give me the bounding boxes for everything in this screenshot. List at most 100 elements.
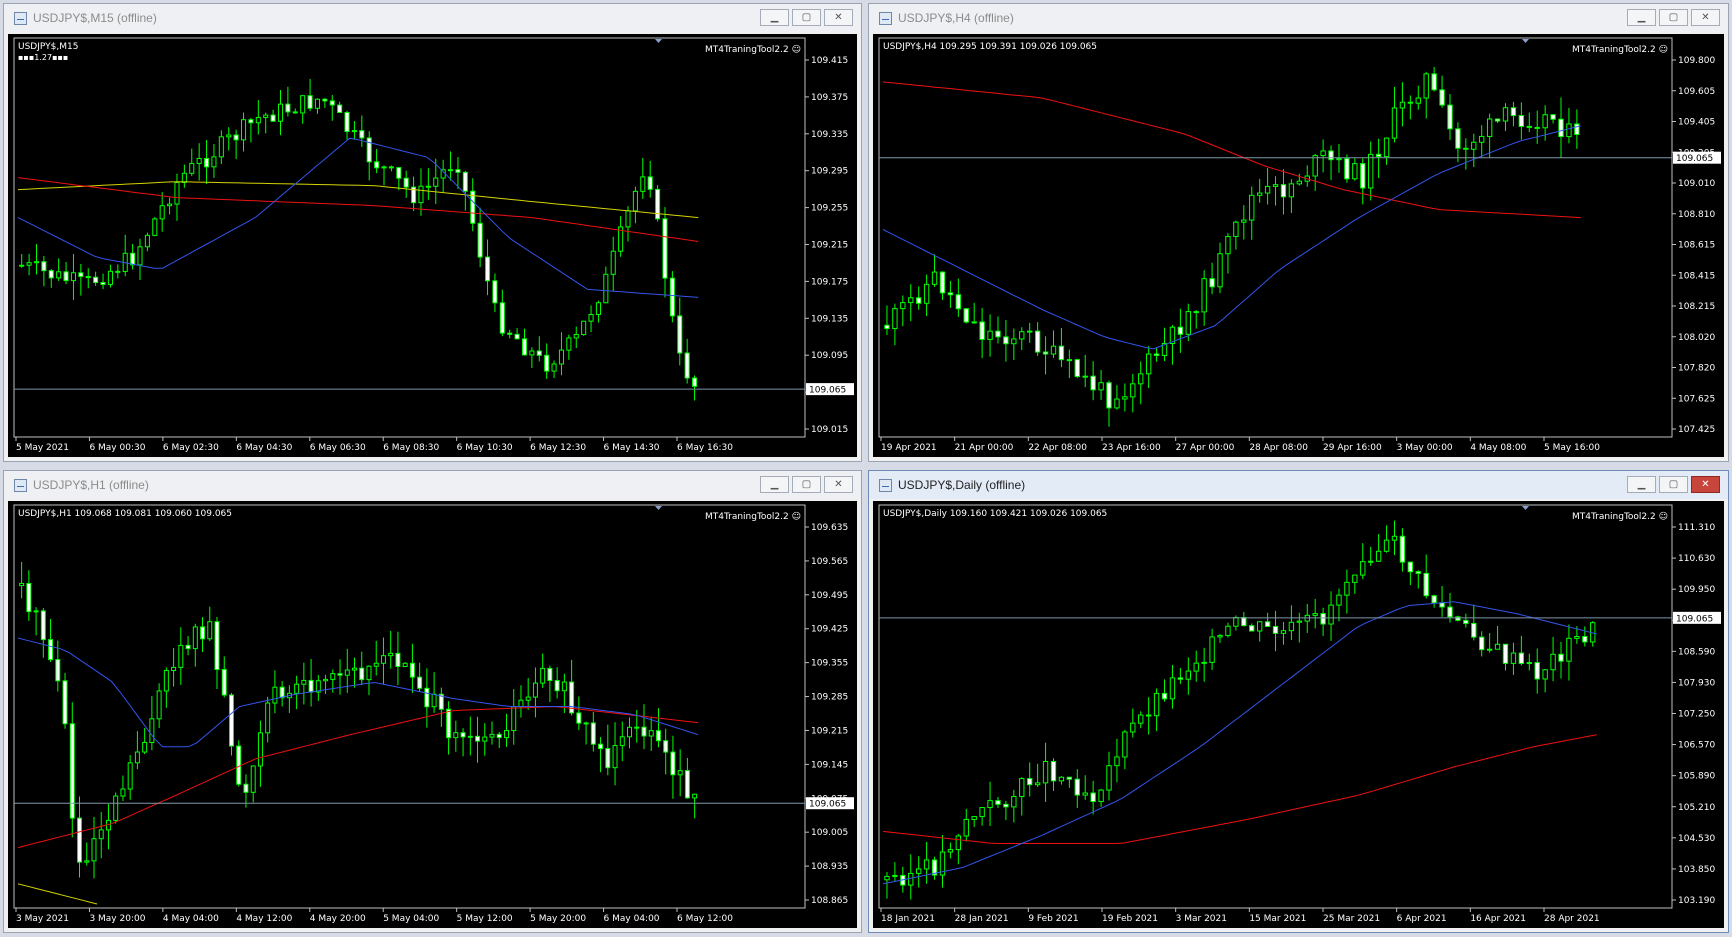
chart-window-icon <box>14 478 27 492</box>
y-tick-label: 107.425 <box>1678 425 1715 435</box>
minimize-button[interactable]: ▁ <box>760 476 789 493</box>
chart-canvas[interactable]: 111.310110.630109.950109.270108.590107.9… <box>873 501 1724 928</box>
price-chart-h1[interactable]: 109.635 109.565 109.495 109.425 109.355 109.2… <box>8 501 857 928</box>
chart-window-m15[interactable]: USDJPY$,M15 (offline) ▁ ▢ ✕ 109.415 109.3… <box>3 3 862 462</box>
candle-body <box>1383 137 1390 158</box>
moving-average-line <box>17 637 699 748</box>
y-tick-label: 109.285 <box>811 693 848 703</box>
candle-body <box>547 667 553 682</box>
window-title: USDJPY$,Daily (offline) <box>898 478 1026 492</box>
candle-body <box>892 308 898 330</box>
maximize-button[interactable]: ▢ <box>1659 476 1688 493</box>
candle-body <box>1209 278 1215 288</box>
close-button[interactable]: ✕ <box>824 9 853 26</box>
candle-body <box>1130 383 1136 398</box>
candle-body <box>226 134 232 138</box>
candle-body <box>380 655 386 664</box>
candle-body <box>1280 630 1287 634</box>
candle-body <box>1058 776 1065 782</box>
minimize-button[interactable]: ▁ <box>1627 476 1656 493</box>
candle-body <box>1368 153 1374 189</box>
y-tick-label: 109.950 <box>1678 585 1715 595</box>
candle-body <box>558 349 565 365</box>
candle-body <box>77 817 83 863</box>
candle-body <box>692 793 698 799</box>
candle-body <box>1177 677 1184 680</box>
candle-body <box>692 377 698 387</box>
chart-canvas[interactable]: 109.415 109.375 109.335 109.295 109.255 109.2… <box>8 34 857 457</box>
candle-body <box>40 610 46 641</box>
close-button[interactable]: ✕ <box>1691 9 1720 26</box>
candle-body <box>1574 636 1580 639</box>
chart-canvas[interactable]: 109.800109.605109.405109.205109.010108.8… <box>873 34 1724 457</box>
price-chart-daily[interactable]: 111.310110.630109.950109.270108.590107.9… <box>873 501 1724 928</box>
expert-advisor-label: MT4TraningTool2.2 ☺ <box>705 511 801 522</box>
plot-frame <box>878 37 1673 438</box>
window-titlebar[interactable]: USDJPY$,H4 (offline) ▁ ▢ ✕ <box>869 4 1728 32</box>
candle-body <box>1582 636 1588 643</box>
y-tick-label: 109.215 <box>811 726 848 736</box>
close-button[interactable]: ✕ <box>1691 476 1720 493</box>
candle-body <box>1344 158 1350 180</box>
plot-frame <box>878 504 1673 909</box>
candle-body <box>1209 636 1215 663</box>
y-tick-label: 109.010 <box>1678 179 1715 189</box>
candle-body <box>1225 235 1231 255</box>
maximize-button[interactable]: ▢ <box>792 9 821 26</box>
candle-body <box>1415 97 1421 104</box>
chart-canvas[interactable]: 109.635 109.565 109.495 109.425 109.355 109.2… <box>8 501 857 928</box>
candle-body <box>884 875 890 881</box>
candle-body <box>1114 756 1120 767</box>
candle-body <box>453 732 459 739</box>
candle-body <box>1407 101 1414 104</box>
price-chart-m15[interactable]: 109.415 109.375 109.335 109.295 109.255 109.2… <box>8 34 857 457</box>
candle-body <box>1368 560 1374 563</box>
candle-body <box>1399 535 1406 563</box>
window-titlebar[interactable]: USDJPY$,M15 (offline) ▁ ▢ ✕ <box>4 4 861 32</box>
candle-body <box>344 669 350 676</box>
minimize-button[interactable]: ▁ <box>760 9 789 26</box>
maximize-button[interactable]: ▢ <box>792 476 821 493</box>
candle-body <box>395 652 401 668</box>
candle-body <box>1217 635 1223 638</box>
candle-body <box>908 872 914 886</box>
chart-window-daily[interactable]: USDJPY$,Daily (offline) ▁ ▢ ✕ 111.310 110… <box>868 470 1729 933</box>
window-titlebar[interactable]: USDJPY$,Daily (offline) ▁ ▢ ✕ <box>869 471 1728 499</box>
candle-body <box>1439 89 1445 106</box>
chart-window-h1[interactable]: USDJPY$,H1 (offline) ▁ ▢ ✕ 109.635 109.56… <box>3 470 862 933</box>
candle-body <box>532 682 538 698</box>
candle-body <box>174 181 180 205</box>
candle-body <box>1233 221 1239 237</box>
candle-body <box>1225 625 1231 637</box>
candle-body <box>1050 760 1057 782</box>
candle-body <box>1130 722 1136 733</box>
candle-body <box>1375 550 1382 562</box>
candle-body <box>433 177 439 187</box>
candle-body <box>56 271 62 279</box>
candle-body <box>323 678 329 682</box>
maximize-button[interactable]: ▢ <box>1659 9 1688 26</box>
candle-body <box>130 252 136 266</box>
window-titlebar[interactable]: USDJPY$,H1 (offline) ▁ ▢ ✕ <box>4 471 861 499</box>
candle-body <box>619 736 625 747</box>
candle-body <box>1479 135 1485 143</box>
candle-body <box>1423 73 1429 99</box>
candle-body <box>1217 253 1223 288</box>
candle-body <box>1542 669 1548 680</box>
candle-body <box>525 696 531 701</box>
candle-body <box>1264 185 1271 194</box>
candle-body <box>1027 330 1033 333</box>
chart-window-h4[interactable]: USDJPY$,H4 (offline) ▁ ▢ ✕ 109.800 109.60… <box>868 3 1729 462</box>
close-button[interactable]: ✕ <box>824 476 853 493</box>
candlestick-series <box>19 78 698 401</box>
y-tick-label: 108.020 <box>1678 333 1715 343</box>
candle-body <box>55 659 61 682</box>
candle-body <box>489 733 495 738</box>
candle-body <box>634 726 640 729</box>
candle-body <box>947 849 954 853</box>
candle-body <box>192 626 198 650</box>
minimize-button[interactable]: ▁ <box>1627 9 1656 26</box>
price-chart-h4[interactable]: 109.800109.605109.405109.205109.010108.8… <box>873 34 1724 457</box>
candle-body <box>612 745 618 769</box>
candle-body <box>1510 652 1517 664</box>
